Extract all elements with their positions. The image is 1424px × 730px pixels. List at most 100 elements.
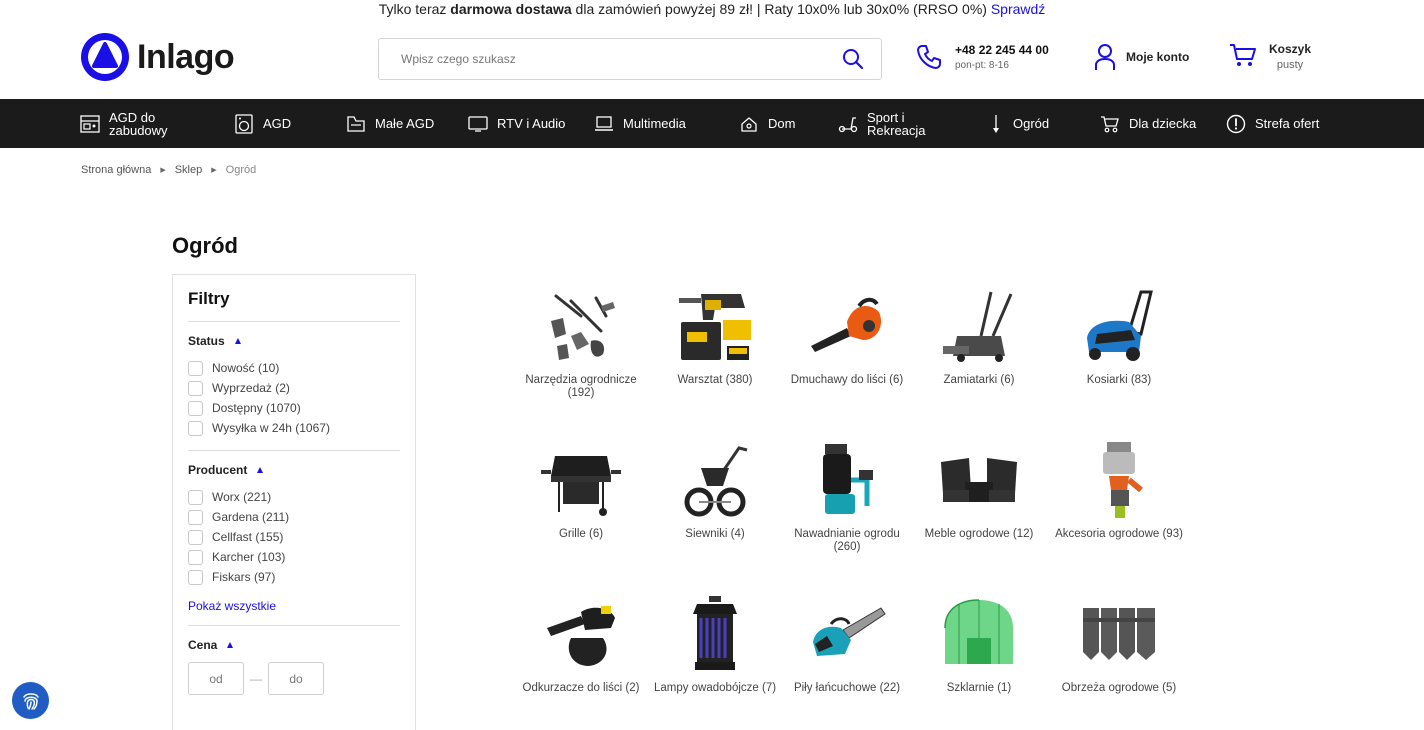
category-tile[interactable]: Lampy owadobójcze (7): [651, 594, 779, 695]
cart-link[interactable]: Koszyk pusty: [1229, 42, 1311, 71]
scooter-icon: [838, 116, 858, 132]
lawn-mower-icon: [1087, 290, 1153, 361]
filter-status-title: Status: [188, 334, 225, 348]
nav-label: Małe AGD: [375, 116, 435, 131]
accessibility-button[interactable]: [12, 682, 49, 719]
logo[interactable]: Inlago: [81, 33, 235, 81]
price-to-input[interactable]: [268, 662, 324, 695]
main-nav: AGD do zabudowy AGD Małe AGD RTV i Audio…: [0, 99, 1424, 148]
checkbox[interactable]: [188, 420, 203, 436]
category-tile[interactable]: Kosiarki (83): [1055, 286, 1183, 387]
filter-option[interactable]: Dostępny (1070): [188, 398, 400, 418]
leaf-blower-icon: [811, 297, 882, 352]
nav-item-multimedia[interactable]: Multimedia: [594, 99, 686, 148]
category-tile[interactable]: Siewniki (4): [651, 440, 779, 541]
category-tile[interactable]: Odkurzacze do liści (2): [517, 594, 645, 695]
promo-link[interactable]: Sprawdź: [991, 1, 1045, 17]
filter-option[interactable]: Gardena (211): [188, 507, 400, 527]
category-label: Lampy owadobójcze (7): [653, 682, 777, 694]
lawn-edging-icon: [1083, 608, 1155, 660]
category-label: Kosiarki (83): [1086, 374, 1152, 386]
filter-status-toggle[interactable]: Status: [188, 334, 400, 348]
nav-label: Sport i Rekreacja: [867, 109, 926, 138]
breadcrumb-separator-icon: ▶: [160, 167, 166, 174]
account-link[interactable]: Moje konto: [1094, 43, 1189, 71]
tv-icon: [468, 115, 488, 132]
filter-group-producer: Producent Worx (221) Gardena (211) Cellf…: [188, 451, 400, 626]
nav-item-agd-zabudowa[interactable]: AGD do zabudowy: [80, 99, 189, 148]
contact-phone[interactable]: +48 22 245 44 00 pon-pt: 8-16: [915, 43, 1049, 71]
filter-price-toggle[interactable]: Cena: [188, 638, 400, 652]
filter-producer-title: Producent: [188, 463, 248, 477]
category-tile[interactable]: Szklarnie (1): [915, 594, 1043, 695]
nav-item-sport[interactable]: Sport i Rekreacja: [838, 99, 937, 148]
category-tile[interactable]: Nawadnianie ogrodu (260): [783, 440, 911, 554]
checkbox[interactable]: [188, 509, 203, 525]
category-tile[interactable]: Narzędzia ogrodnicze (192): [517, 286, 645, 400]
filter-producer-toggle[interactable]: Producent: [188, 463, 400, 477]
category-tile[interactable]: Piły łańcuchowe (22): [783, 594, 911, 695]
price-separator: —: [250, 671, 262, 686]
filter-option[interactable]: Karcher (103): [188, 547, 400, 567]
promo-text-2: dla zamówień powyżej 89 zł! | Raty 10x0%…: [571, 1, 991, 17]
category-tile[interactable]: Meble ogrodowe (12): [915, 440, 1043, 541]
collapse-arrow-icon: [234, 338, 241, 344]
cart-icon: [1230, 44, 1256, 66]
search-button[interactable]: [825, 39, 881, 79]
category-label: Siewniki (4): [685, 528, 745, 540]
nav-item-ogrod[interactable]: Ogród: [988, 99, 1049, 148]
category-tile[interactable]: Grille (6): [517, 440, 645, 541]
filter-option[interactable]: Fiskars (97): [188, 567, 400, 587]
category-tile[interactable]: Akcesoria ogrodowe (93): [1055, 440, 1183, 541]
category-label: Meble ogrodowe (12): [924, 528, 1034, 540]
filter-option-label: Worx (221): [212, 490, 272, 504]
checkbox[interactable]: [188, 400, 203, 416]
breadcrumb-separator-icon: ▶: [211, 167, 217, 174]
filter-option[interactable]: Worx (221): [188, 487, 400, 507]
insect-lamp-icon: [693, 596, 737, 670]
filter-option[interactable]: Cellfast (155): [188, 527, 400, 547]
filter-option-label: Wysyłka w 24h (1067): [212, 421, 330, 435]
category-tile[interactable]: Obrzeża ogrodowe (5): [1055, 594, 1183, 695]
breadcrumb-home[interactable]: Strona główna: [81, 164, 151, 176]
cart-title: Koszyk: [1269, 42, 1312, 56]
price-from-input[interactable]: [188, 662, 244, 695]
category-tile[interactable]: Zamiatarki (6): [915, 286, 1043, 387]
category-label: Dmuchawy do liści (6): [790, 374, 904, 386]
breadcrumb-shop[interactable]: Sklep: [175, 164, 203, 176]
price-range: —: [188, 662, 400, 695]
checkbox[interactable]: [188, 380, 203, 396]
nav-item-agd[interactable]: AGD: [234, 99, 291, 148]
filter-option-label: Fiskars (97): [212, 570, 276, 584]
logo-icon: [81, 33, 129, 81]
checkbox[interactable]: [188, 529, 203, 545]
nav-item-dom[interactable]: Dom: [739, 99, 795, 148]
checkbox[interactable]: [188, 569, 203, 585]
hand-tools-icon: [551, 294, 615, 360]
filter-option[interactable]: Nowość (10): [188, 358, 400, 378]
category-tile[interactable]: Warsztat (380): [651, 286, 779, 387]
filter-group-price: Cena —: [188, 626, 400, 707]
checkbox[interactable]: [188, 549, 203, 565]
garden-tool-icon: [993, 114, 999, 133]
category-label: Narzędzia ogrodnicze (192): [525, 374, 637, 399]
nav-item-dla-dziecka[interactable]: Dla dziecka: [1100, 99, 1196, 148]
nav-label: Strefa ofert: [1255, 116, 1320, 131]
nav-label: Multimedia: [623, 116, 686, 131]
power-drill-kit-icon: [679, 294, 751, 360]
checkbox[interactable]: [188, 489, 203, 505]
checkbox[interactable]: [188, 360, 203, 376]
nav-item-strefa-ofert[interactable]: Strefa ofert: [1226, 99, 1319, 148]
category-label: Piły łańcuchowe (22): [793, 682, 901, 694]
small-appliance-icon: [347, 115, 365, 132]
filter-option[interactable]: Wyprzedaż (2): [188, 378, 400, 398]
filter-option-label: Wyprzedaż (2): [212, 381, 290, 395]
nav-item-rtv[interactable]: RTV i Audio: [468, 99, 565, 148]
search-input[interactable]: [379, 52, 825, 66]
nav-item-male-agd[interactable]: Małe AGD: [346, 99, 434, 148]
garden-furniture-icon: [941, 458, 1017, 502]
show-all-producers-link[interactable]: Pokaż wszystkie: [188, 599, 400, 613]
filter-option[interactable]: Wysyłka w 24h (1067): [188, 418, 400, 438]
category-tile[interactable]: Dmuchawy do liści (6): [783, 286, 911, 387]
filters-panel: Filtry Status Nowość (10) Wyprzedaż (2) …: [172, 274, 416, 730]
